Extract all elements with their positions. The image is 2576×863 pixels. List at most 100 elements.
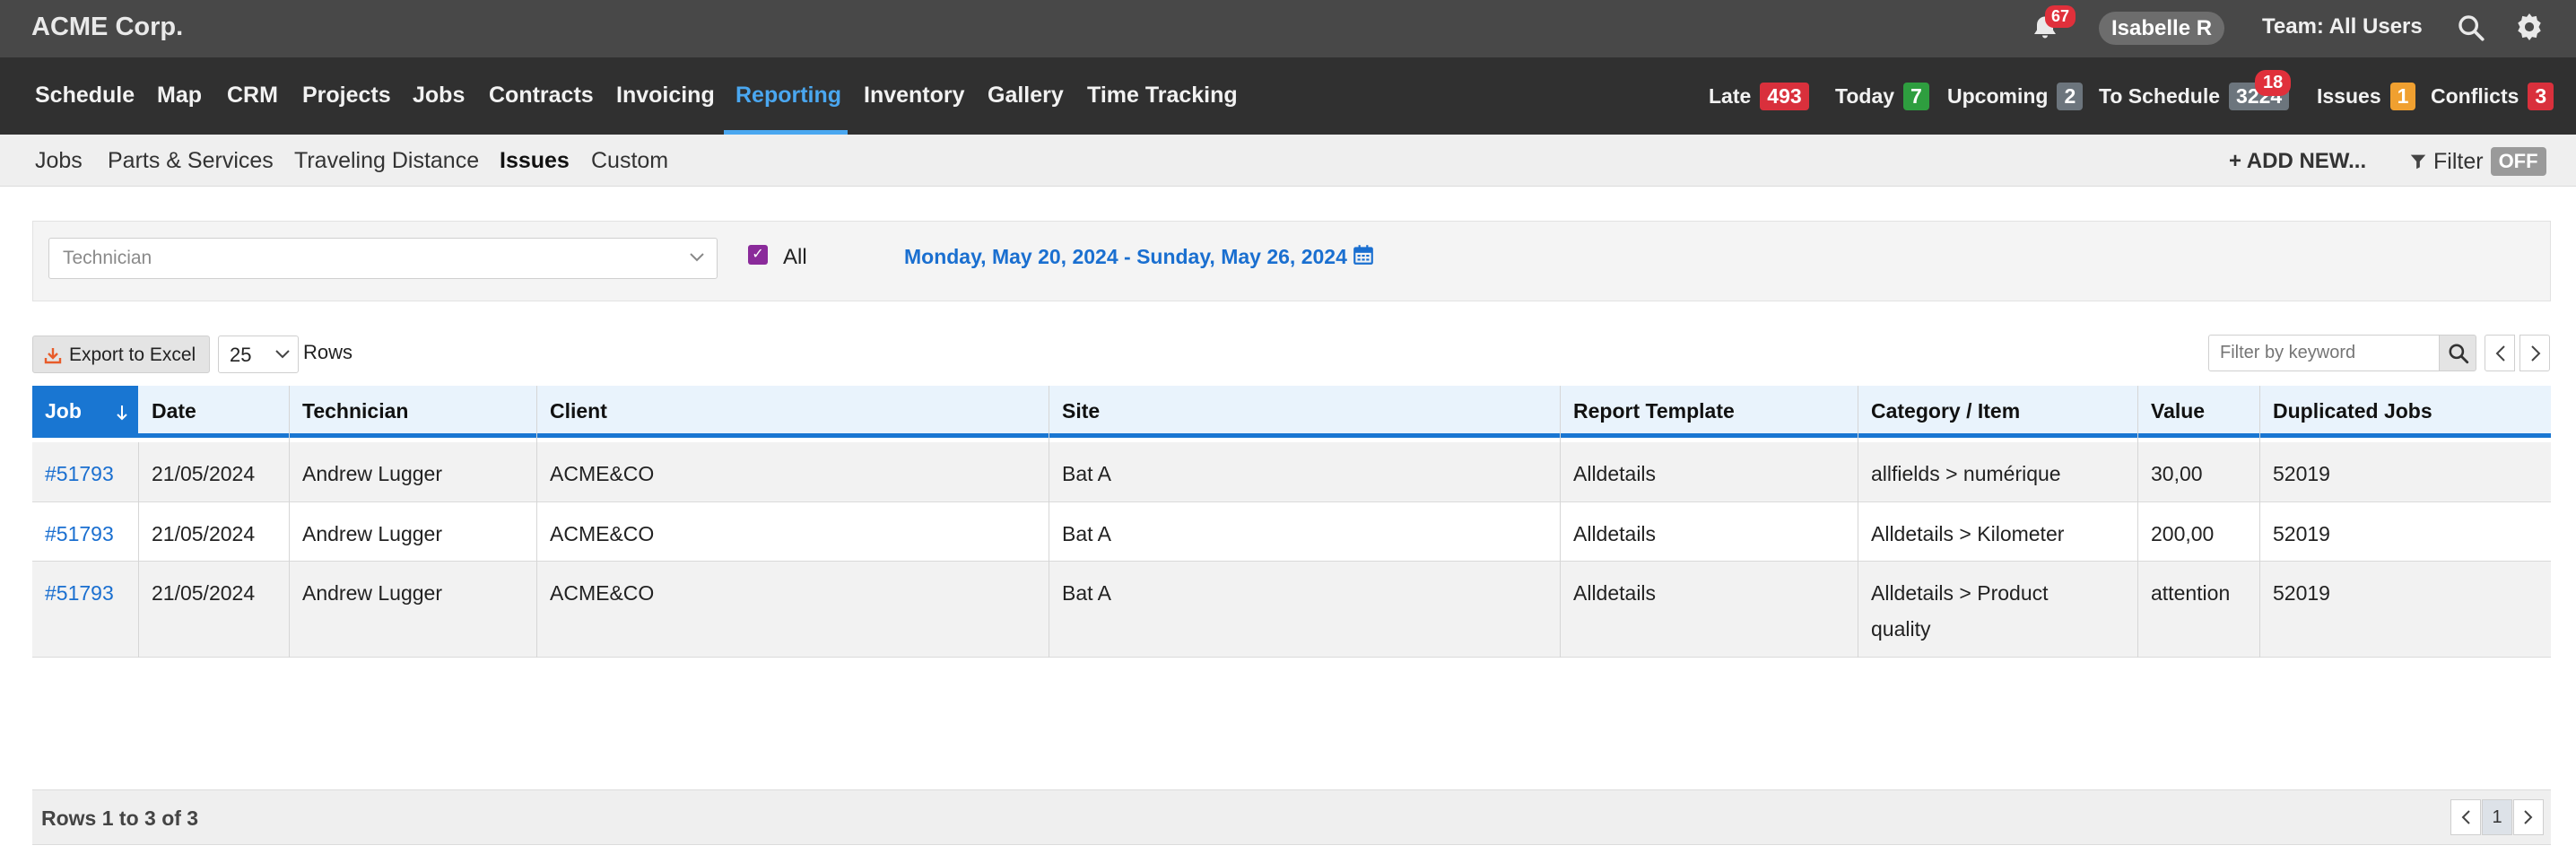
table-footer: Rows 1 to 3 of 3 1: [32, 789, 2551, 845]
column-header-job[interactable]: Job: [32, 386, 138, 438]
column-header-duplicated-jobs[interactable]: Duplicated Jobs: [2273, 399, 2432, 423]
column-divider: [1560, 386, 1561, 658]
column-divider: [289, 386, 290, 658]
gear-icon[interactable]: [2513, 11, 2546, 43]
cell-duplicated-jobs: 52019: [2273, 522, 2330, 545]
chevron-right-icon: [2524, 810, 2533, 824]
stat-conflicts[interactable]: Conflicts 3: [2431, 83, 2554, 110]
cell-technician: Andrew Lugger: [302, 462, 442, 485]
subnav-parts-services[interactable]: Parts & Services: [108, 148, 274, 174]
cell-duplicated-jobs: 52019: [2273, 462, 2330, 485]
cell-site: Bat A: [1062, 581, 1111, 605]
column-divider: [2137, 386, 2138, 658]
cell-date: 21/05/2024: [152, 462, 256, 485]
column-header-date[interactable]: Date: [152, 399, 196, 423]
subnav-issues[interactable]: Issues: [500, 148, 570, 174]
search-icon[interactable]: [2456, 13, 2486, 43]
add-new-label: ADD NEW...: [2246, 149, 2367, 173]
stat-today[interactable]: Today 7: [1835, 83, 1929, 110]
job-link[interactable]: #51793: [45, 516, 114, 552]
nav-time-tracking[interactable]: Time Tracking: [1087, 83, 1238, 109]
column-divider: [536, 386, 537, 658]
subnav-jobs[interactable]: Jobs: [35, 148, 83, 174]
nav-map[interactable]: Map: [157, 83, 202, 109]
keyword-search-button[interactable]: [2439, 335, 2476, 371]
search-icon: [2449, 344, 2469, 364]
table-row: #51793 21/05/2024 Andrew Lugger ACME&CO …: [32, 502, 2551, 562]
to-schedule-badge: 18: [2255, 70, 2292, 96]
nav-invoicing[interactable]: Invoicing: [616, 83, 715, 109]
nav-jobs[interactable]: Jobs: [413, 83, 465, 109]
job-link[interactable]: #51793: [45, 456, 114, 492]
nav-crm[interactable]: CRM: [227, 83, 278, 109]
stat-late[interactable]: Late 493: [1709, 83, 1809, 110]
nav-schedule[interactable]: Schedule: [35, 83, 135, 109]
filter-state-badge: OFF: [2490, 147, 2546, 176]
stat-upcoming[interactable]: Upcoming 2: [1947, 83, 2084, 110]
stat-issues[interactable]: Issues 1: [2317, 83, 2416, 110]
stat-today-count: 7: [1903, 83, 1929, 110]
column-header-client[interactable]: Client: [550, 399, 607, 423]
user-menu[interactable]: Isabelle R: [2099, 12, 2225, 45]
nav-projects[interactable]: Projects: [302, 83, 391, 109]
stat-upcoming-count: 2: [2057, 83, 2084, 110]
rows-per-page-select[interactable]: 25: [218, 336, 299, 373]
filter-toggle[interactable]: Filter OFF: [2408, 147, 2546, 176]
nav-reporting[interactable]: Reporting: [735, 83, 841, 109]
date-range-picker[interactable]: Monday, May 20, 2024 - Sunday, May 26, 2…: [904, 245, 1347, 269]
chevron-down-icon: [275, 350, 290, 359]
column-header-site[interactable]: Site: [1062, 399, 1100, 423]
column-header-technician[interactable]: Technician: [302, 399, 408, 423]
column-header-report-template[interactable]: Report Template: [1573, 399, 1735, 423]
notifications-badge: 67: [2045, 5, 2076, 28]
export-excel-label: Export to Excel: [69, 344, 196, 365]
subnav-custom[interactable]: Custom: [591, 148, 668, 174]
keyword-filter-input[interactable]: [2208, 335, 2440, 371]
team-selector[interactable]: Team: All Users: [2262, 14, 2423, 39]
footer-next-button[interactable]: [2513, 799, 2544, 835]
filter-label: Filter: [2433, 148, 2484, 174]
cell-client: ACME&CO: [550, 581, 655, 605]
app-brand[interactable]: ACME Corp.: [31, 13, 183, 42]
table-prev-button[interactable]: [2485, 335, 2515, 371]
nav-gallery[interactable]: Gallery: [988, 83, 1064, 109]
cell-value: attention: [2151, 581, 2231, 605]
table-next-button[interactable]: [2519, 335, 2550, 371]
column-header-category-item[interactable]: Category / Item: [1871, 399, 2020, 423]
stat-upcoming-label: Upcoming: [1947, 84, 2049, 108]
cell-date: 21/05/2024: [152, 581, 256, 605]
cell-category-item: Alldetails > Kilometer: [1871, 522, 2065, 545]
subnav-traveling-distance[interactable]: Traveling Distance: [294, 148, 479, 174]
main-nav: Schedule Map CRM Projects Jobs Contracts…: [0, 57, 2576, 135]
table-row: #51793 21/05/2024 Andrew Lugger ACME&CO …: [32, 442, 2551, 502]
job-link[interactable]: #51793: [45, 575, 114, 611]
technician-select-placeholder: Technician: [63, 248, 152, 268]
funnel-icon: [2410, 154, 2426, 170]
footer-prev-button[interactable]: [2450, 799, 2481, 835]
top-bar: ACME Corp. 67 Isabelle R Team: All Users: [0, 0, 2576, 57]
chevron-down-icon: [690, 253, 704, 262]
all-checkbox[interactable]: ✓: [748, 245, 768, 265]
table-row: #51793 21/05/2024 Andrew Lugger ACME&CO …: [32, 562, 2551, 658]
footer-page-current[interactable]: 1: [2482, 799, 2512, 835]
nav-contracts[interactable]: Contracts: [489, 83, 594, 109]
cell-site: Bat A: [1062, 462, 1111, 485]
chevron-right-icon: [2531, 345, 2541, 362]
cell-technician: Andrew Lugger: [302, 522, 442, 545]
add-new-button[interactable]: + ADD NEW...: [2229, 149, 2366, 174]
cell-client: ACME&CO: [550, 522, 655, 545]
nav-inventory[interactable]: Inventory: [864, 83, 965, 109]
rows-label: Rows: [303, 341, 353, 363]
stat-issues-label: Issues: [2317, 84, 2381, 108]
filter-panel: Technician ✓ All Monday, May 20, 2024 - …: [32, 221, 2551, 301]
export-excel-button[interactable]: Export to Excel: [32, 336, 210, 373]
technician-select[interactable]: Technician: [48, 238, 718, 279]
cell-report-template: Alldetails: [1573, 581, 1657, 605]
stat-conflicts-count: 3: [2528, 83, 2554, 110]
cell-date: 21/05/2024: [152, 522, 256, 545]
stat-conflicts-label: Conflicts: [2431, 84, 2519, 108]
calendar-icon[interactable]: [1352, 243, 1375, 266]
column-header-value[interactable]: Value: [2151, 399, 2205, 423]
column-header-job-label: Job: [45, 399, 82, 423]
sort-descending-icon: [117, 405, 127, 421]
